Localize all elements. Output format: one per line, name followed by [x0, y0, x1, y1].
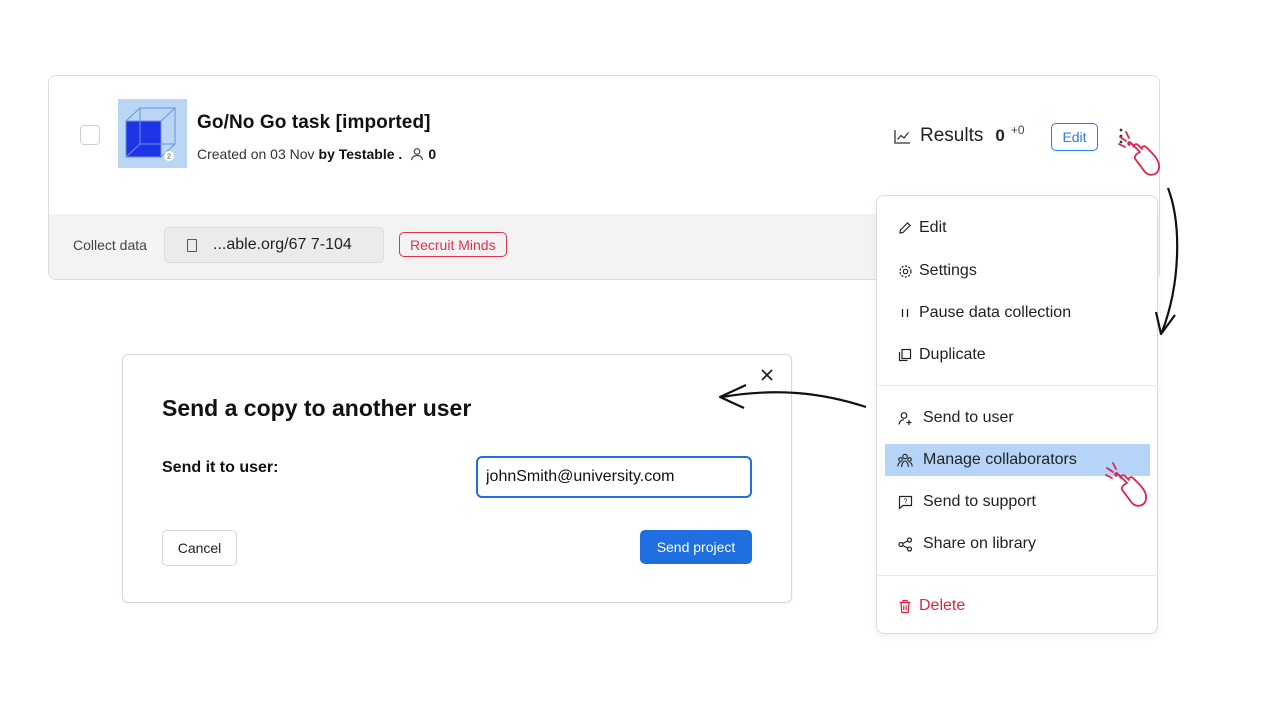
collect-data-label: Collect data [73, 237, 147, 253]
created-date: Created on 03 Nov [197, 146, 315, 162]
duplicate-icon [897, 347, 913, 363]
menu-divider [878, 575, 1156, 576]
share-icon [897, 536, 913, 552]
results-count: 0 [995, 126, 1005, 145]
project-checkbox[interactable] [80, 125, 100, 145]
support-icon: ? [897, 494, 913, 510]
menu-item-label: Send to user [923, 409, 1014, 426]
send-project-button[interactable]: Send project [640, 530, 752, 564]
menu-item-label: Manage collaborators [923, 451, 1077, 468]
participants-count: 0 [428, 146, 437, 162]
results-link[interactable]: Results 0 +0 [894, 123, 1025, 147]
menu-item-label: Pause data collection [919, 304, 1072, 321]
participants-icon [410, 147, 424, 161]
experiment-url: ...able.org/67 7-104 [213, 236, 352, 253]
created-by: by Testable . [318, 146, 403, 162]
user-plus-icon [897, 410, 913, 426]
send-copy-modal: Send a copy to another user Send it to u… [122, 354, 792, 603]
collaborators-icon [897, 452, 913, 468]
project-header: 2 Go/No Go task [imported] Created on 03… [49, 76, 1159, 214]
chart-icon [894, 129, 911, 144]
menu-item-label: Send to support [923, 493, 1036, 510]
menu-item-edit[interactable]: Edit [885, 212, 1150, 244]
menu-item-pause[interactable]: Pause data collection [885, 297, 1150, 329]
svg-text:?: ? [903, 498, 907, 505]
menu-item-label: Edit [919, 219, 947, 236]
trash-icon [897, 598, 913, 614]
pause-icon [897, 305, 913, 321]
project-thumbnail: 2 [118, 99, 187, 168]
menu-item-label: Delete [919, 597, 966, 614]
pencil-icon [897, 220, 913, 236]
menu-item-manage-collaborators[interactable]: Manage collaborators [885, 444, 1150, 476]
recipient-label: Send it to user: [162, 459, 279, 476]
gear-icon [897, 263, 913, 279]
menu-item-send-to-user[interactable]: Send to user [885, 402, 1150, 434]
thumbnail-badge: 2 [167, 154, 171, 161]
results-label: Results [920, 125, 984, 146]
menu-item-settings[interactable]: Settings [885, 255, 1150, 287]
menu-item-send-to-support[interactable]: ? Send to support [885, 486, 1150, 518]
menu-item-label: Share on library [923, 535, 1036, 552]
menu-item-delete[interactable]: Delete [885, 590, 1150, 622]
arrow-to-menu [1160, 187, 1179, 333]
experiment-url-box[interactable]: ...able.org/67 7-104 [164, 227, 384, 263]
cancel-button[interactable]: Cancel [162, 530, 237, 566]
menu-item-label: Duplicate [919, 346, 986, 363]
modal-title: Send a copy to another user [162, 395, 472, 421]
menu-item-share-on-library[interactable]: Share on library [885, 528, 1150, 560]
menu-divider [878, 385, 1156, 386]
copy-icon[interactable] [187, 238, 197, 252]
edit-button[interactable]: Edit [1051, 123, 1098, 151]
recipient-email-input[interactable] [476, 456, 752, 498]
arrow-head [1154, 311, 1176, 336]
menu-item-duplicate[interactable]: Duplicate [885, 339, 1150, 371]
more-options-icon[interactable] [1115, 126, 1127, 148]
recruit-minds-button[interactable]: Recruit Minds [399, 232, 507, 257]
project-options-menu: Edit Settings Pause data collection Dupl… [876, 195, 1158, 634]
close-icon[interactable] [759, 367, 775, 383]
project-meta: Created on 03 Nov by Testable . 0 [197, 146, 436, 162]
menu-item-label: Settings [919, 262, 977, 279]
project-title[interactable]: Go/No Go task [imported] [197, 112, 431, 134]
results-delta: +0 [1010, 123, 1025, 137]
